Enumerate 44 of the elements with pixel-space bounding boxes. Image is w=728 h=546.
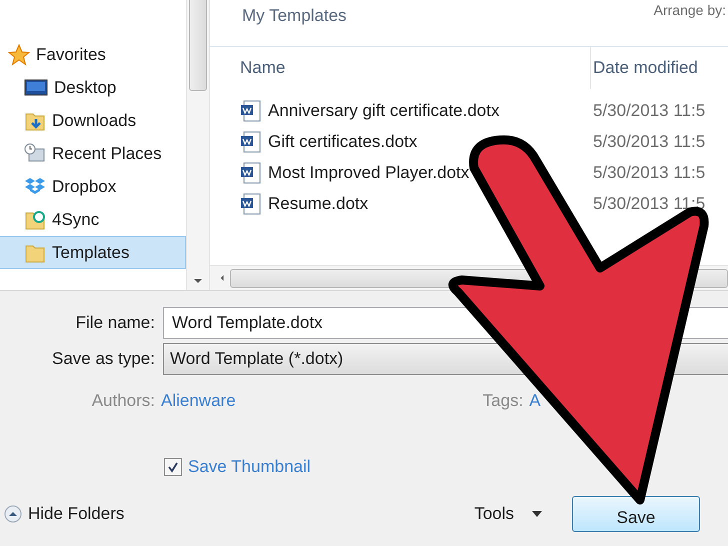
date-cell-text: 5/30/2013 11:5 xyxy=(592,100,706,120)
document-icon xyxy=(240,162,262,184)
arrange-by-label[interactable]: Arrange by: xyxy=(654,2,726,18)
document-icon xyxy=(240,100,262,122)
recent-places-icon xyxy=(24,142,46,164)
field-label: File name: xyxy=(74,313,155,333)
tags-link[interactable]: A xyxy=(529,391,541,411)
field-label: Save as type: xyxy=(50,349,155,369)
desktop-icon xyxy=(24,78,48,98)
field-label: Authors: xyxy=(90,391,155,411)
checkbox[interactable] xyxy=(164,458,182,476)
document-icon xyxy=(240,192,262,214)
column-header[interactable]: Date modified xyxy=(590,47,698,89)
column-header[interactable]: Name xyxy=(210,58,590,78)
date-cell-text: 5/30/2013 11:5 xyxy=(592,162,706,182)
scroll-left-icon[interactable] xyxy=(220,273,224,283)
check-icon xyxy=(167,461,179,473)
sidebar-item[interactable]: Downloads xyxy=(0,104,186,137)
file-name-cell[interactable]: Gift certificates.dotx xyxy=(210,130,590,152)
sidebar-item[interactable]: Favorites xyxy=(0,38,186,71)
file-name-cell[interactable]: Anniversary gift certificate.dotx xyxy=(210,100,590,122)
document-icon xyxy=(240,130,262,152)
checkbox-label[interactable]: Save Thumbnail xyxy=(188,457,311,477)
scroll-down-icon[interactable] xyxy=(193,278,203,284)
field-label: Tags: xyxy=(482,391,524,411)
tools-menu-button[interactable]: Tools xyxy=(470,504,546,524)
sidebar-item[interactable]: Templates xyxy=(0,236,186,269)
authors-link[interactable]: Alienware xyxy=(161,391,236,411)
caret-icon xyxy=(532,511,542,517)
sidebar-item[interactable]: Desktop xyxy=(0,71,186,104)
sync-folder-icon xyxy=(24,208,46,230)
sidebar-item[interactable]: Dropbox xyxy=(0,170,186,203)
save-button[interactable]: Save xyxy=(572,496,700,532)
vertical-scrollbar[interactable] xyxy=(186,0,210,290)
collapse-icon xyxy=(4,505,22,523)
file-name-cell[interactable]: Resume.dotx xyxy=(210,192,590,214)
date-cell-text: 5/30/2013 11:5 xyxy=(592,132,706,152)
sidebar-item[interactable]: 4Sync xyxy=(0,203,186,236)
folder-title: My Templates xyxy=(242,6,347,26)
hide-folders-button[interactable]: Hide Folders xyxy=(4,504,124,524)
sidebar-item[interactable]: Recent Places xyxy=(0,137,186,170)
file-name-cell[interactable]: Most Improved Player.dotx xyxy=(210,162,590,184)
scrollbar-thumb[interactable] xyxy=(189,0,207,91)
star-icon xyxy=(8,44,30,66)
